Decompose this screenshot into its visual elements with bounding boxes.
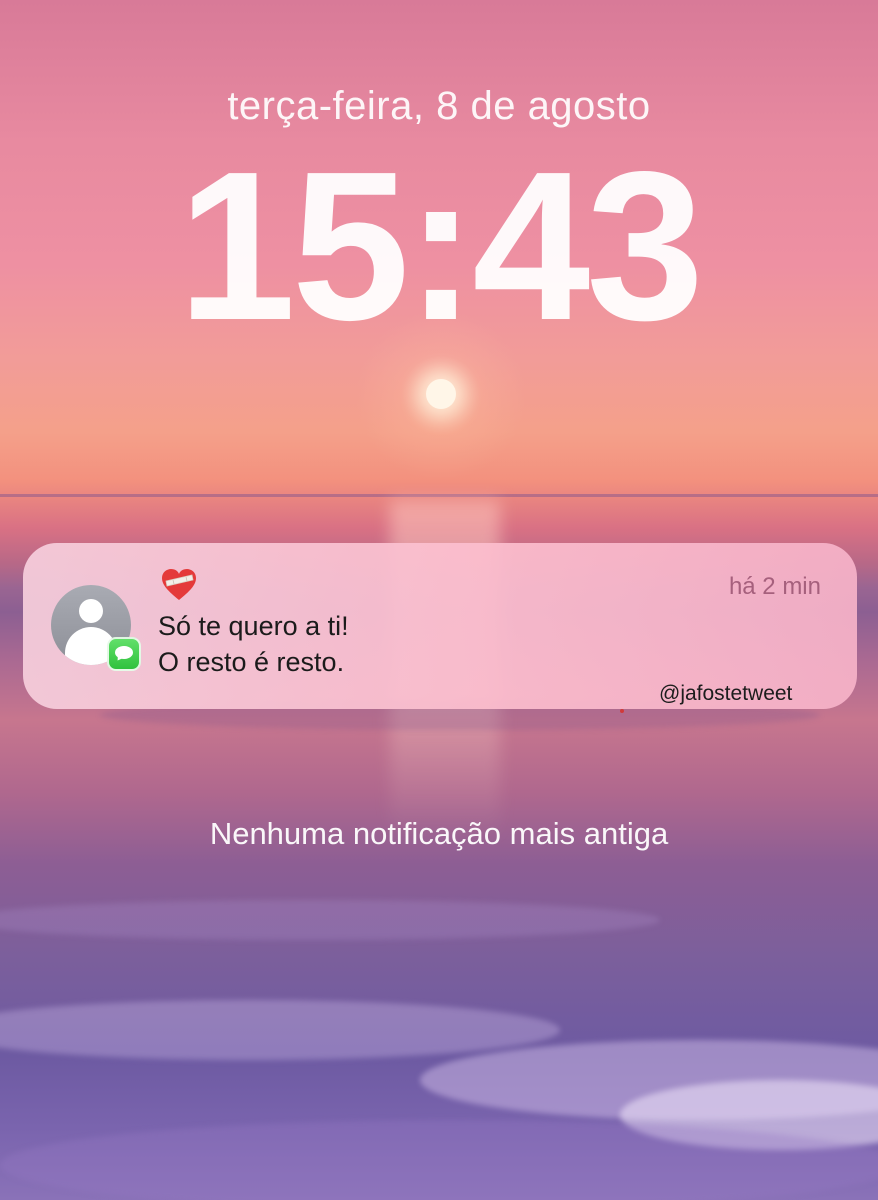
- message-notification[interactable]: há 2 min Só te quero a ti! O resto é res…: [23, 543, 857, 713]
- notification-timestamp: há 2 min: [728, 573, 821, 600]
- notification-message-line-2: O resto é resto.: [158, 647, 345, 677]
- wave: [0, 1120, 878, 1200]
- lock-screen-clock: 15:43: [177, 127, 704, 364]
- mending-heart-icon: [162, 569, 196, 600]
- wave: [0, 900, 660, 940]
- sun: [426, 379, 456, 409]
- messages-app-icon: [107, 637, 141, 671]
- watermark-dot: [620, 709, 624, 713]
- horizon-line: [0, 494, 878, 497]
- lock-screen-date: terça-feira, 8 de agosto: [227, 84, 651, 128]
- avatar-head: [79, 599, 103, 623]
- notification-message-line-1: Só te quero a ti!: [158, 611, 349, 641]
- no-older-notifications-label: Nenhuma notificação mais antiga: [209, 816, 669, 851]
- wave: [0, 1000, 560, 1060]
- watermark-handle: @jafostetweet: [659, 682, 793, 705]
